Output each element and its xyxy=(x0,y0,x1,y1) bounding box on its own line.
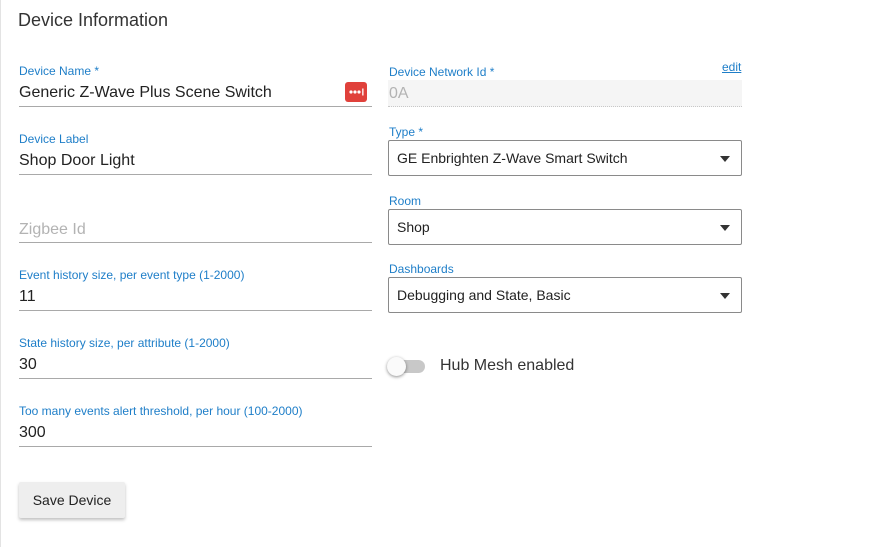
caret-down-icon xyxy=(720,156,730,162)
device-label-input[interactable]: Shop Door Light xyxy=(19,151,135,171)
events-threshold-input[interactable]: 300 xyxy=(19,423,46,443)
device-label-label: Device Label xyxy=(19,132,89,146)
type-label: Type * xyxy=(389,125,424,139)
event-history-input[interactable]: 11 xyxy=(19,287,36,307)
edit-network-id-link[interactable]: edit xyxy=(722,60,741,74)
state-history-underline xyxy=(19,378,372,379)
type-select[interactable]: GE Enbrighten Z-Wave Smart Switch xyxy=(388,140,742,176)
device-label-underline xyxy=(19,174,372,175)
hub-mesh-toggle[interactable] xyxy=(387,357,425,376)
event-history-label: Event history size, per event type (1-20… xyxy=(19,268,245,282)
state-history-input[interactable]: 30 xyxy=(19,355,37,375)
section-title: Device Information xyxy=(18,10,169,30)
hub-mesh-label: Hub Mesh enabled xyxy=(440,357,575,374)
dashboards-select-value: Debugging and State, Basic xyxy=(397,287,571,303)
room-label: Room xyxy=(389,194,422,208)
password-dots-icon xyxy=(349,88,364,96)
device-name-input[interactable]: Generic Z-Wave Plus Scene Switch xyxy=(19,83,272,103)
room-select-value: Shop xyxy=(397,219,430,235)
caret-down-icon xyxy=(720,225,730,231)
save-device-button[interactable]: Save Device xyxy=(19,482,125,518)
room-select[interactable]: Shop xyxy=(388,209,742,245)
type-select-value: GE Enbrighten Z-Wave Smart Switch xyxy=(397,150,628,166)
events-threshold-label: Too many events alert threshold, per hou… xyxy=(19,404,303,418)
zigbee-id-underline xyxy=(19,242,372,243)
event-history-underline xyxy=(19,310,372,311)
caret-down-icon xyxy=(720,293,730,299)
password-manager-button[interactable] xyxy=(345,82,367,102)
network-id-field xyxy=(388,80,742,107)
dashboards-label: Dashboards xyxy=(389,262,454,276)
zigbee-id-input[interactable]: Zigbee Id xyxy=(19,220,86,240)
device-information-panel: Device Information Device Name * Generic… xyxy=(0,0,872,547)
network-id-value: 0A xyxy=(389,85,409,102)
network-id-label: Device Network Id * xyxy=(389,65,495,79)
state-history-label: State history size, per attribute (1-200… xyxy=(19,336,230,350)
events-threshold-underline xyxy=(19,446,372,447)
device-name-label: Device Name * xyxy=(19,64,100,78)
dashboards-select[interactable]: Debugging and State, Basic xyxy=(388,277,742,313)
toggle-knob xyxy=(387,357,406,376)
device-name-underline xyxy=(19,106,372,107)
